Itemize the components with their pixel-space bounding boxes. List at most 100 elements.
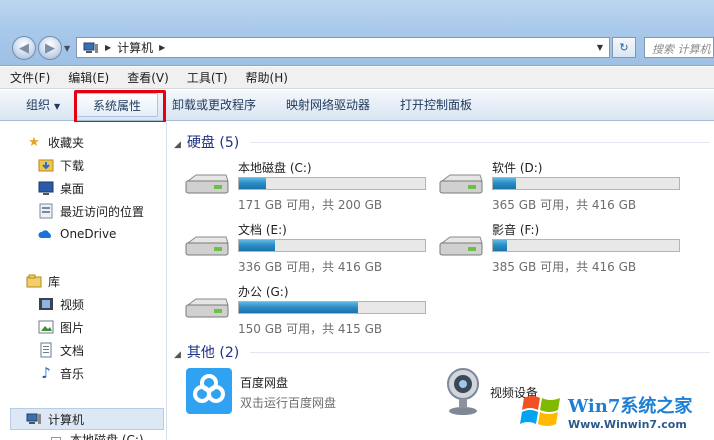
drive-usage-fill	[239, 240, 275, 251]
video-library-icon	[39, 298, 53, 310]
drive-usage-bar	[238, 239, 426, 252]
navigation-pane: ★ 收藏夹 下载 桌面 最近访问的位置 OneDrive 库 视频 图片 文档 …	[0, 122, 167, 440]
picture-library-icon	[38, 320, 54, 334]
sidebar-item-label: 音乐	[60, 366, 85, 381]
hard-drive-icon	[185, 298, 229, 318]
breadcrumb-separator-icon[interactable]: ▶	[105, 43, 111, 52]
drive-icon: ▭	[49, 431, 63, 440]
group-title: 硬盘 (5)	[186, 135, 240, 151]
sidebar-item-libraries[interactable]: 库	[26, 271, 60, 291]
refresh-button[interactable]: ↻	[612, 37, 636, 58]
sidebar-item-music[interactable]: ♪ 音乐	[38, 363, 84, 383]
drive-usage-fill	[239, 178, 266, 189]
watermark-brand: Win7系统之家	[568, 396, 693, 417]
webcam-icon	[447, 368, 479, 415]
sidebar-item-videos[interactable]: 视频	[38, 294, 84, 314]
drive-usage-bar	[492, 177, 680, 190]
address-dropdown-icon[interactable]: ▼	[597, 43, 603, 52]
sidebar-item-pictures[interactable]: 图片	[38, 317, 84, 337]
group-divider	[250, 352, 710, 353]
windows-logo-icon	[520, 396, 560, 426]
sidebar-item-desktop[interactable]: 桌面	[38, 178, 84, 198]
uninstall-program-button[interactable]: 卸载或更改程序	[172, 96, 256, 113]
breadcrumb-computer[interactable]: 计算机	[117, 39, 153, 56]
baidu-netdisk-description: 双击运行百度网盘	[240, 396, 337, 410]
sidebar-item-label: 文档	[60, 343, 85, 358]
sidebar-item-label: 图片	[60, 320, 85, 335]
breadcrumb-separator-icon[interactable]: ▶	[159, 43, 165, 52]
sidebar-item-recent-places[interactable]: 最近访问的位置	[38, 201, 144, 221]
sidebar-item-label: OneDrive	[60, 227, 117, 241]
recent-pages-dropdown[interactable]: ▼	[64, 44, 70, 53]
highlight-box	[74, 90, 166, 124]
drive-usage-bar	[238, 301, 426, 314]
watermark-url: Www.Winwin7.com	[568, 418, 687, 431]
group-title: 其他 (2)	[186, 345, 240, 361]
drive-free-space: 385 GB 可用，共 416 GB	[492, 260, 637, 274]
drive-name: 本地磁盘 (C:)	[238, 161, 312, 175]
sidebar-item-computer[interactable]: 计算机	[26, 409, 84, 429]
document-library-icon	[40, 342, 52, 358]
collapse-triangle-icon: ◢	[174, 140, 181, 150]
drive-usage-fill	[493, 178, 516, 189]
drive-free-space: 171 GB 可用，共 200 GB	[238, 198, 383, 212]
chevron-down-icon: ▼	[54, 102, 61, 111]
address-bar[interactable]: ▶ 计算机 ▶ ▼	[76, 37, 610, 58]
menu-view[interactable]: 查看(V)	[127, 69, 169, 86]
drive-usage-fill	[239, 302, 358, 313]
downloads-folder-icon	[38, 159, 54, 172]
sidebar-item-label: 下载	[60, 158, 85, 173]
sidebar-item-label: 最近访问的位置	[60, 204, 145, 219]
open-control-panel-button[interactable]: 打开控制面板	[400, 96, 472, 113]
menu-bar: 文件(F) 编辑(E) 查看(V) 工具(T) 帮助(H)	[0, 67, 714, 89]
drive-name: 文档 (E:)	[238, 223, 287, 237]
sidebar-item-favorites[interactable]: ★ 收藏夹	[26, 132, 84, 152]
computer-icon	[26, 413, 41, 424]
map-network-drive-button[interactable]: 映射网络驱动器	[286, 96, 370, 113]
search-input[interactable]: 搜索 计算机	[644, 37, 714, 58]
organize-button[interactable]: 组织 ▼	[26, 96, 60, 113]
sidebar-item-label: 计算机	[48, 412, 85, 427]
sidebar-item-label: 桌面	[60, 181, 85, 196]
hard-drive-icon	[185, 236, 229, 256]
sidebar-item-label: 库	[48, 274, 61, 289]
collapse-triangle-icon: ◢	[174, 350, 181, 360]
cloud-icon	[38, 230, 51, 238]
drive-name: 影音 (F:)	[492, 223, 540, 237]
menu-tools[interactable]: 工具(T)	[187, 69, 228, 86]
group-header-other[interactable]: ◢ 其他 (2)	[174, 342, 239, 362]
menu-file[interactable]: 文件(F)	[10, 69, 50, 86]
sidebar-item-onedrive[interactable]: OneDrive	[38, 224, 116, 244]
forward-button[interactable]: ▶	[38, 36, 62, 60]
group-header-hard-disks[interactable]: ◢ 硬盘 (5)	[174, 132, 239, 152]
sidebar-item-downloads[interactable]: 下载	[38, 155, 84, 175]
sidebar-item-documents[interactable]: 文档	[38, 340, 84, 360]
sidebar-item-local-disk-c[interactable]: ▭ 本地磁盘 (C:)	[48, 431, 144, 440]
sidebar-item-label: 视频	[60, 297, 85, 312]
hard-drive-icon	[439, 174, 483, 194]
back-button[interactable]: ◀	[12, 36, 36, 60]
site-watermark: Win7系统之家 Www.Winwin7.com	[520, 386, 714, 440]
arrow-right-icon: ▶	[45, 40, 55, 56]
music-note-icon: ♪	[41, 364, 51, 382]
baidu-netdisk-name: 百度网盘	[240, 376, 289, 390]
computer-icon	[83, 42, 98, 53]
drive-usage-bar	[238, 177, 426, 190]
hard-drive-icon	[185, 174, 229, 194]
star-icon: ★	[28, 134, 40, 150]
recent-places-icon	[39, 203, 53, 219]
menu-help[interactable]: 帮助(H)	[246, 69, 288, 86]
drive-free-space: 365 GB 可用，共 416 GB	[492, 198, 637, 212]
menu-edit[interactable]: 编辑(E)	[68, 69, 109, 86]
drive-free-space: 336 GB 可用，共 416 GB	[238, 260, 383, 274]
desktop-icon	[38, 181, 54, 195]
sidebar-item-label: 收藏夹	[48, 135, 85, 150]
drive-usage-fill	[493, 240, 507, 251]
baidu-netdisk-icon	[186, 368, 232, 414]
hard-drive-icon	[439, 236, 483, 256]
drive-name: 办公 (G:)	[238, 285, 289, 299]
drive-name: 软件 (D:)	[492, 161, 543, 175]
group-divider	[250, 142, 710, 143]
arrow-left-icon: ◀	[19, 40, 29, 56]
libraries-icon	[26, 274, 42, 288]
